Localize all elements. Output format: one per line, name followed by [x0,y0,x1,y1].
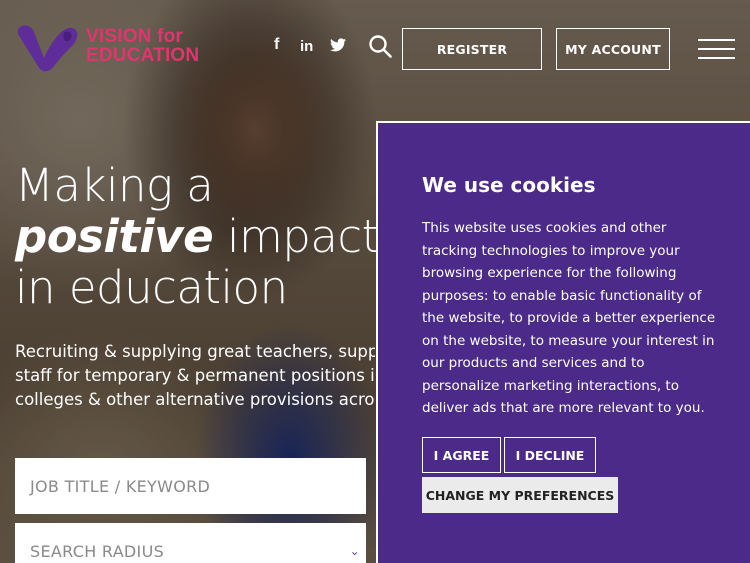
register-button[interactable]: REGISTER [402,28,542,70]
logo-v-icon [17,25,78,72]
headline-positive: positive [15,210,214,263]
headline-line2: positive impact [15,211,379,262]
search-radius-select[interactable]: SEARCH RADIUS ⌄ [15,523,366,563]
menu-hamburger-icon[interactable] [698,39,735,61]
logo-wordmark: VISION for EDUCATION [86,27,199,65]
cookie-agree-button[interactable]: I AGREE [422,437,501,473]
site-logo[interactable]: VISION for EDUCATION [14,18,199,74]
search-icon[interactable] [368,34,392,58]
cookie-consent-panel: We use cookies This website uses cookies… [376,121,750,563]
twitter-icon[interactable] [330,38,346,52]
hero-subtext: Recruiting & supplying great teachers, s… [15,340,375,412]
headline-impact: impact [213,210,379,263]
search-radius-placeholder: SEARCH RADIUS [30,541,165,561]
job-keyword-placeholder: JOB TITLE / KEYWORD [30,476,211,496]
headline-line1: Making a [15,159,214,212]
cookie-body: This website uses cookies and other trac… [422,220,716,416]
hero-subtext-line: colleges & other alternative provisions … [15,390,375,409]
logo-line2: EDUCATION [86,45,200,66]
hero-headline: Making a positive impact in education [15,160,379,313]
logo-line1: VISION for [86,26,184,47]
headline-line3: in education [15,261,288,314]
cookie-title: We use cookies [422,173,596,197]
my-account-button[interactable]: MY ACCOUNT [556,28,670,70]
cookie-decline-button[interactable]: I DECLINE [504,437,596,473]
hero-subtext-line: Recruiting & supplying great teachers, s… [15,342,375,361]
linkedin-icon[interactable]: in [300,38,313,55]
job-keyword-input[interactable]: JOB TITLE / KEYWORD [15,458,366,514]
chevron-down-icon: ⌄ [349,544,360,558]
cookie-preferences-button[interactable]: CHANGE MY PREFERENCES [422,477,618,513]
hero-subtext-line: staff for temporary & permanent position… [15,366,375,385]
facebook-icon[interactable]: f [274,36,279,54]
